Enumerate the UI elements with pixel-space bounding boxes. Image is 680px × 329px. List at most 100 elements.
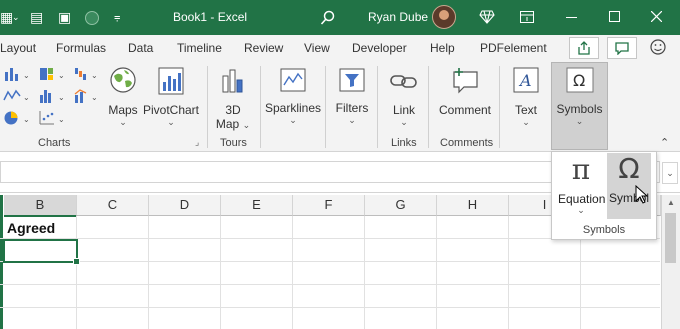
search-icon[interactable] [320, 10, 336, 26]
sparklines-button[interactable]: Sparklines ⌄ [265, 66, 321, 126]
ribbon-display-icon[interactable] [520, 11, 534, 23]
filters-label: Filters [335, 101, 369, 115]
symbols-group-label: Symbols [582, 224, 626, 236]
3d-map-icon [222, 69, 243, 93]
pi-icon: π [571, 153, 591, 186]
close-icon[interactable] [651, 11, 662, 22]
omega-icon: Ω [566, 67, 593, 93]
tab-developer[interactable]: Developer [352, 41, 407, 55]
tab-formulas[interactable]: Formulas [56, 41, 106, 55]
minimize-icon[interactable] [566, 17, 577, 18]
maps-button[interactable]: Maps ⌄ [106, 66, 140, 128]
comment-button[interactable]: Comment [436, 66, 494, 117]
pivotchart-icon [158, 67, 184, 95]
hierarchy-chart-icon[interactable]: ⌄ [38, 66, 70, 82]
chart-type-icons-3: ⌄ ⌄ [74, 66, 104, 132]
equation-label: Equation [558, 192, 606, 206]
maps-label: Maps [108, 103, 138, 117]
text-icon: A [513, 67, 539, 93]
link-button[interactable]: Link ⌄ [384, 66, 424, 128]
column-chart-icon[interactable]: ⌄ [2, 66, 34, 82]
svg-text:⌄: ⌄ [58, 115, 65, 124]
column-header-f[interactable]: F [293, 195, 365, 216]
avatar[interactable] [432, 5, 456, 29]
svg-text:Ω: Ω [573, 71, 585, 90]
tab-timeline[interactable]: Timeline [177, 41, 222, 55]
tab-page-layout[interactable]: Layout [0, 41, 36, 55]
3d-map-label-2: Map [215, 117, 240, 131]
dialog-launcher-icon[interactable]: ⌟ [195, 137, 199, 148]
group-charts-label: Charts [38, 137, 71, 149]
svg-text:⌄: ⌄ [23, 115, 30, 124]
link-label: Link [392, 103, 415, 117]
active-cell[interactable] [3, 239, 80, 265]
pivotchart-label: PivotChart [142, 103, 200, 117]
scatter-chart-icon[interactable]: ⌄ [38, 110, 70, 126]
symbols-label: Symbols [556, 102, 603, 116]
link-icon [390, 75, 417, 88]
mouse-cursor [635, 185, 649, 204]
symbols-button[interactable]: Ω Symbols ⌄ [551, 62, 608, 150]
equation-button[interactable]: π Equation ⌄ [558, 153, 606, 220]
filters-button[interactable]: Filters ⌄ [332, 66, 372, 126]
group-tours-label: Tours [220, 137, 247, 149]
svg-text:⌄: ⌄ [58, 71, 65, 80]
3d-map-label-1: 3D [225, 103, 241, 117]
svg-text:⌄: ⌄ [91, 93, 98, 102]
column-header-h[interactable]: H [437, 195, 509, 216]
tab-review[interactable]: Review [244, 41, 283, 55]
line-chart-icon[interactable]: ⌄ [2, 88, 34, 104]
sparklines-label: Sparklines [265, 101, 322, 115]
globe-icon [110, 67, 136, 93]
text-button[interactable]: A Text ⌄ [507, 66, 545, 128]
svg-text:⌄: ⌄ [91, 71, 98, 80]
tab-data[interactable]: Data [128, 41, 153, 55]
pie-chart-icon[interactable]: ⌄ [2, 110, 34, 126]
tab-view[interactable]: View [304, 41, 330, 55]
tab-pdfelement[interactable]: PDFelement [480, 41, 547, 55]
customize-icon[interactable]: ⩦ [114, 9, 120, 25]
combo-chart-icon[interactable]: ⌄ [74, 88, 104, 104]
comment-icon [453, 68, 478, 94]
filters-icon [339, 68, 365, 92]
share-icon [578, 41, 590, 55]
column-header-c[interactable]: C [77, 195, 149, 216]
scroll-thumb[interactable] [665, 213, 676, 263]
column-header-e[interactable]: E [221, 195, 293, 216]
diamond-icon[interactable] [479, 10, 495, 24]
text-label: Text [514, 103, 537, 117]
window-title: Book1 - Excel [173, 10, 248, 24]
column-header-g[interactable]: G [365, 195, 437, 216]
chart-type-icons-2: ⌄ ⌄ ⌄ [38, 66, 70, 132]
waterfall-chart-icon[interactable]: ⌄ [74, 66, 104, 82]
vertical-scrollbar[interactable]: ▲ [661, 195, 680, 329]
svg-text:⌄: ⌄ [23, 93, 30, 102]
comments-button[interactable] [607, 37, 637, 59]
user-name[interactable]: Ryan Dube [368, 10, 428, 24]
stat-chart-icon[interactable]: ⌄ [38, 88, 70, 104]
expand-formula-bar-icon[interactable]: ⌄ [662, 162, 678, 184]
3d-map-button[interactable]: 3D Map ⌄ [213, 66, 253, 131]
column-header-b[interactable]: B [4, 195, 77, 217]
smiley-icon[interactable] [649, 38, 667, 56]
ribbon-tabs: Layout Formulas Data Timeline Review Vie… [0, 35, 680, 61]
autosave-toggle[interactable] [85, 11, 99, 25]
comments-icon [615, 42, 629, 55]
share-button[interactable] [569, 37, 599, 59]
scroll-up-icon[interactable]: ▲ [667, 198, 675, 207]
svg-text:A: A [518, 71, 532, 90]
omega-icon: Ω [618, 153, 640, 185]
tab-help[interactable]: Help [430, 41, 455, 55]
sparklines-icon [280, 68, 306, 92]
table-icon[interactable]: ▤ [30, 9, 43, 25]
cell-b1[interactable]: Agreed [7, 220, 55, 236]
chevron-down-icon[interactable]: ⌄ [12, 9, 20, 25]
svg-text:⌄: ⌄ [58, 93, 65, 102]
column-header-d[interactable]: D [149, 195, 221, 216]
pivotchart-button[interactable]: PivotChart ⌄ [142, 66, 200, 128]
group-comments-label: Comments [440, 137, 494, 149]
restore-icon[interactable] [609, 11, 620, 22]
svg-text:⌄: ⌄ [23, 71, 30, 80]
collapse-ribbon-icon[interactable]: ⌃ [660, 136, 669, 149]
save-icon[interactable]: ▣ [58, 9, 71, 25]
